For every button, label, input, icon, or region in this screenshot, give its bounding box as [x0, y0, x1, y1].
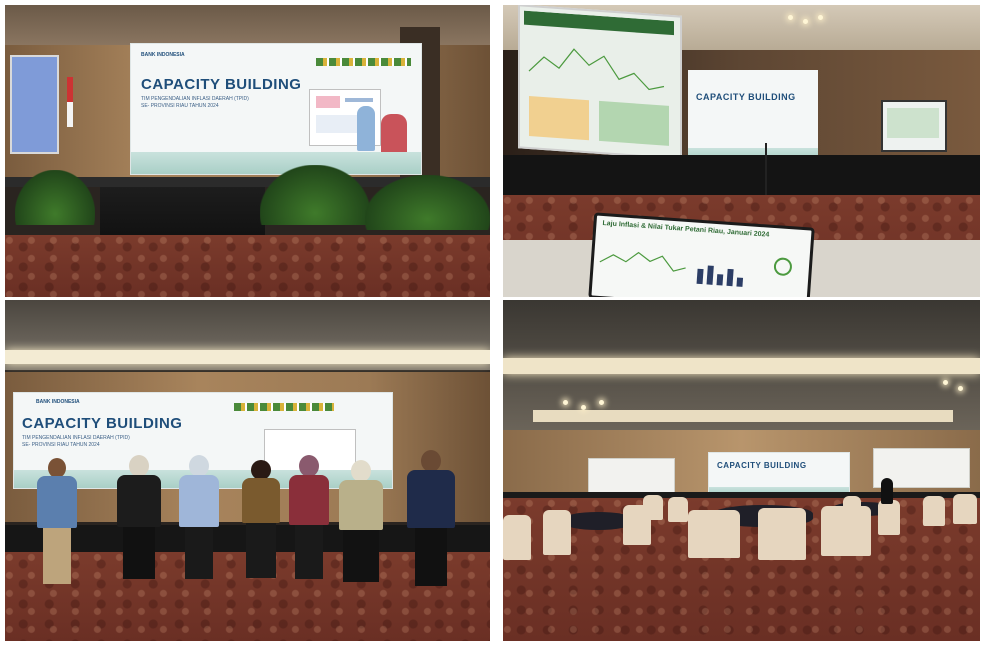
- banner-subtitle-1: TIM PENGENDALIAN INFLASI DAERAH (TPID): [141, 96, 249, 102]
- chair: [668, 497, 688, 522]
- chair: [953, 494, 977, 524]
- chair: [688, 510, 740, 558]
- banner-title: CAPACITY BUILDING: [22, 415, 183, 432]
- banner-title: CAPACITY BUILDING: [141, 76, 302, 93]
- photo-ballroom: CAPACITY BUILDING: [503, 300, 980, 641]
- banner-org: BANK INDONESIA: [141, 52, 185, 58]
- banner-subtitle-2: SE- PROVINSI RIAU TAHUN 2024: [22, 442, 100, 448]
- person: [285, 455, 333, 585]
- chair: [643, 495, 663, 520]
- photo-stage-banner: BANK INDONESIA CAPACITY BUILDING TIM PEN…: [5, 5, 490, 297]
- event-banner-far: CAPACITY BUILDING: [688, 70, 818, 160]
- banner-subtitle-1: TIM PENGENDALIAN INFLASI DAERAH (TPID): [22, 435, 130, 441]
- flag: [67, 77, 73, 127]
- person: [175, 455, 223, 585]
- ceiling-light-strip: [5, 350, 490, 364]
- event-banner: BANK INDONESIA CAPACITY BUILDING TIM PEN…: [130, 43, 422, 175]
- plant: [365, 175, 490, 230]
- chair: [758, 508, 806, 560]
- projector-screen-large: [518, 5, 682, 160]
- side-screen: [10, 55, 59, 154]
- photo-group: BANK INDONESIA CAPACITY BUILDING TIM PEN…: [5, 300, 490, 641]
- photo-projector-laptop: CAPACITY BUILDING Laju Inflasi & Nilai T…: [503, 5, 980, 297]
- illustration-person: [381, 114, 407, 154]
- person: [403, 450, 459, 590]
- plant: [260, 165, 370, 225]
- banner-title: CAPACITY BUILDING: [696, 92, 796, 102]
- chair: [503, 515, 531, 560]
- person: [238, 460, 284, 585]
- chair: [878, 500, 900, 535]
- chair: [543, 510, 571, 555]
- person: [335, 460, 387, 585]
- plant: [15, 170, 95, 225]
- banner-subtitle-2: SE- PROVINSI RIAU TAHUN 2024: [141, 103, 219, 109]
- illustration-person: [357, 106, 375, 151]
- partner-logos: [316, 58, 411, 66]
- chair: [923, 496, 945, 526]
- projector-screen-small: [881, 100, 947, 152]
- ceiling-light-strip: [503, 358, 980, 374]
- person: [881, 478, 893, 504]
- stage: [503, 155, 980, 200]
- person: [113, 455, 165, 585]
- banner-title: CAPACITY BUILDING: [717, 461, 807, 470]
- person: [33, 458, 81, 588]
- event-banner-far: CAPACITY BUILDING: [708, 452, 850, 496]
- carpet: [5, 235, 490, 297]
- chair: [843, 496, 861, 518]
- banner-org: BANK INDONESIA: [36, 399, 80, 405]
- laptop-screen: Laju Inflasi & Nilai Tukar Petani Riau, …: [588, 212, 815, 297]
